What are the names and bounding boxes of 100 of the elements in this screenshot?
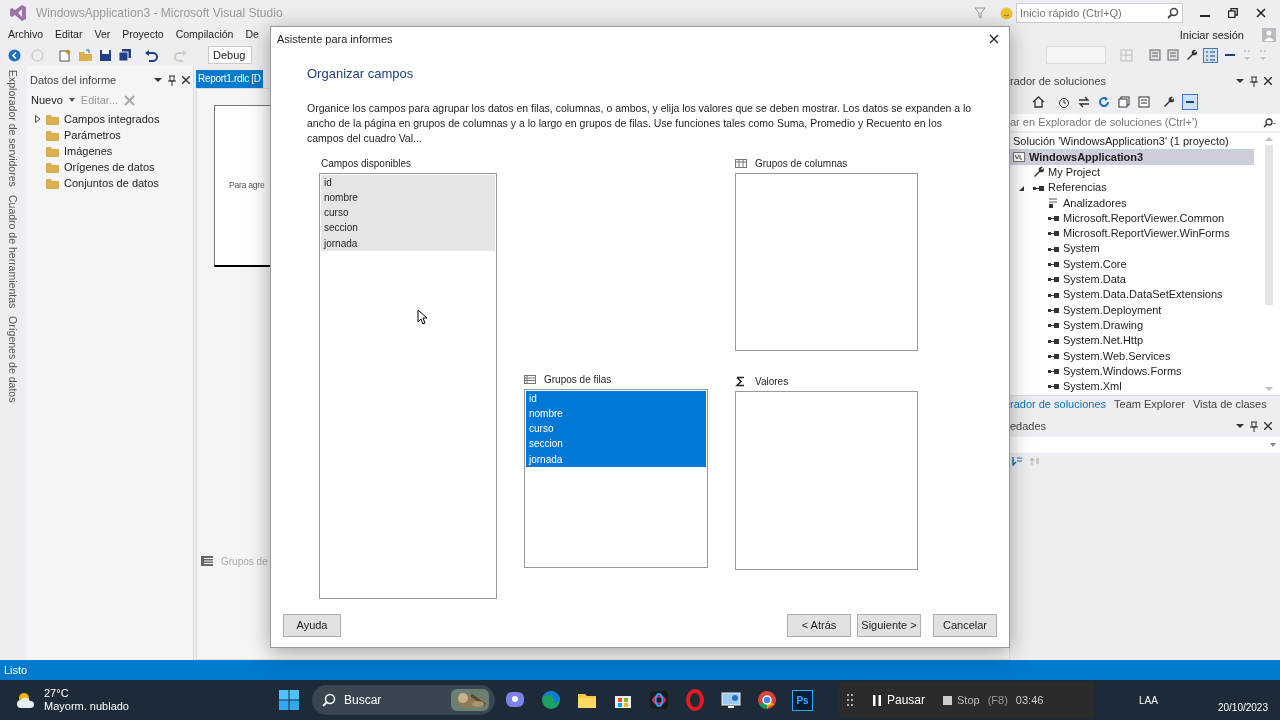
history-icon[interactable]	[1057, 96, 1070, 108]
tree-item[interactable]: System.Web.Services	[1063, 347, 1171, 365]
panel-tab[interactable]: Vista de clases	[1192, 396, 1267, 413]
tree-item[interactable]: Imágenes	[64, 142, 113, 160]
close-icon[interactable]	[1264, 77, 1272, 85]
dropdown-icon[interactable]	[1236, 77, 1244, 85]
sign-in-link[interactable]: Iniciar sesión	[1179, 26, 1244, 44]
tree-item[interactable]: System.Data.DataSetExtensions	[1063, 286, 1223, 303]
search-box[interactable]: Buscar	[312, 685, 495, 715]
nav-button[interactable]: Siguiente >	[857, 613, 921, 637]
tree-item[interactable]: System	[1063, 240, 1100, 257]
tree-item[interactable]: Analizadores	[1063, 194, 1127, 212]
document-tab[interactable]: Report1.rdlc [D	[196, 70, 263, 88]
list-item[interactable]: seccion	[526, 436, 706, 452]
tree-item[interactable]: Solución 'WindowsApplication3' (1 proyecto)	[1013, 133, 1229, 150]
close-icon[interactable]	[182, 76, 190, 84]
tree-item[interactable]: System.Net.Http	[1063, 332, 1144, 349]
stop-button[interactable]: Stop	[943, 691, 980, 709]
ring-icon[interactable]	[684, 689, 706, 711]
language-indicator[interactable]: LAA	[1139, 692, 1158, 708]
close-icon[interactable]	[989, 34, 999, 44]
panel-tab[interactable]: Team Explorer	[1114, 396, 1185, 413]
pin-icon[interactable]	[1250, 420, 1258, 432]
copy-icon[interactable]	[1118, 96, 1130, 108]
tree-item[interactable]: System.Core	[1063, 255, 1127, 273]
list-view-icon[interactable]	[1203, 47, 1218, 63]
expand-icon[interactable]	[35, 115, 41, 123]
tree-item[interactable]: Campos integrados	[64, 110, 160, 128]
help-button[interactable]: Ayuda	[283, 613, 341, 637]
tree-item[interactable]: System.Drawing	[1063, 316, 1144, 334]
start-icon[interactable]	[279, 690, 299, 710]
scrollbar-thumb[interactable]	[1265, 145, 1273, 305]
menu-item[interactable]: De	[245, 27, 259, 43]
tree-item[interactable]: Microsoft.ReportViewer.Common	[1063, 209, 1225, 227]
wrench-icon[interactable]	[1185, 49, 1197, 61]
configuration-dropdown[interactable]: Debug	[208, 46, 252, 64]
pin-icon[interactable]	[1250, 75, 1258, 87]
dots-icon[interactable]	[1242, 48, 1252, 62]
dots-icon[interactable]	[1258, 48, 1268, 62]
list-item[interactable]: id	[526, 390, 706, 406]
form-icon[interactable]	[1149, 49, 1161, 61]
dropdown-icon[interactable]	[154, 76, 162, 84]
date-text[interactable]: 20/10/2023	[1217, 699, 1268, 715]
close-icon[interactable]	[1264, 422, 1272, 430]
sync-icon[interactable]	[1078, 96, 1090, 108]
dropdown-icon[interactable]	[1236, 422, 1244, 430]
pause-button[interactable]: Pausar	[873, 691, 926, 709]
list-box[interactable]: id nombre curso seccion jornada	[524, 388, 708, 568]
wrench-icon[interactable]	[1162, 96, 1174, 108]
search-input[interactable]: Buscar	[344, 691, 451, 709]
menu-item[interactable]: Archivo	[8, 27, 43, 43]
pages-icon[interactable]	[1138, 96, 1150, 108]
tree-item[interactable]: System.Windows.Forms	[1063, 362, 1182, 380]
tree-item[interactable]: Referencias	[1048, 179, 1107, 196]
app-icon[interactable]: Ps	[792, 689, 813, 711]
tree-item[interactable]: Conjuntos de datos	[64, 174, 159, 192]
dropdown-icon[interactable]	[68, 97, 75, 103]
tree-item[interactable]: System.Deployment	[1063, 301, 1162, 319]
list-item[interactable]: curso	[526, 421, 706, 437]
monitor-icon[interactable]	[720, 689, 742, 711]
menu-item[interactable]: Ver	[94, 27, 111, 43]
new-item-icon[interactable]	[58, 48, 72, 62]
tree-item[interactable]: My Project	[1048, 164, 1100, 181]
restore-icon[interactable]	[1228, 8, 1238, 18]
cancel-button[interactable]: Cancelar	[933, 613, 997, 637]
form-icon[interactable]	[1167, 49, 1179, 61]
list-box[interactable]	[735, 390, 918, 570]
side-tab[interactable]: Explorador de servidores	[2, 70, 22, 187]
tree-item[interactable]: Orígenes de datos	[64, 158, 155, 176]
pin-icon[interactable]	[168, 74, 176, 86]
home-icon[interactable]	[1032, 96, 1045, 108]
list-item[interactable]: seccion	[321, 220, 495, 236]
list-box[interactable]: id nombre curso seccion jornada	[319, 172, 497, 599]
menu-item[interactable]: Proyecto	[122, 27, 164, 43]
back-icon[interactable]	[8, 48, 21, 62]
categorized-icon[interactable]	[1012, 456, 1022, 466]
grip-icon[interactable]	[847, 694, 853, 706]
menu-item[interactable]: Compilación	[175, 27, 234, 43]
side-tab[interactable]: Cuadro de herramientas	[2, 194, 22, 308]
tree-item[interactable]: Parámetros	[64, 126, 121, 144]
list-box[interactable]	[735, 172, 918, 351]
list-item[interactable]: curso	[321, 205, 495, 221]
save-icon[interactable]	[99, 48, 112, 62]
nav-button[interactable]: < Atrás	[787, 613, 851, 637]
side-tab[interactable]: Orígenes de datos	[2, 315, 22, 403]
refresh-icon[interactable]	[1098, 96, 1110, 108]
loop-icon[interactable]	[648, 689, 670, 711]
new-button[interactable]: Nuevo	[31, 91, 63, 109]
search-box[interactable]: Inicio rápido (Ctrl+Q)	[1016, 3, 1183, 23]
tree-item[interactable]: System.Xml	[1063, 378, 1122, 395]
panel-tab[interactable]: rador de soluciones	[1010, 396, 1106, 413]
browser-icon[interactable]	[756, 689, 778, 711]
save-all-icon[interactable]	[118, 48, 132, 62]
tree-item[interactable]: System.Data	[1063, 271, 1126, 288]
tree-item[interactable]: Microsoft.ReportViewer.WinForms	[1063, 225, 1230, 242]
minus-icon[interactable]	[1182, 94, 1198, 110]
close-icon[interactable]	[1256, 8, 1266, 18]
list-item[interactable]: id	[321, 174, 495, 190]
search-input[interactable]: Inicio rápido (Ctrl+Q)	[1020, 4, 1167, 22]
menu-item[interactable]: Editar	[55, 27, 83, 43]
